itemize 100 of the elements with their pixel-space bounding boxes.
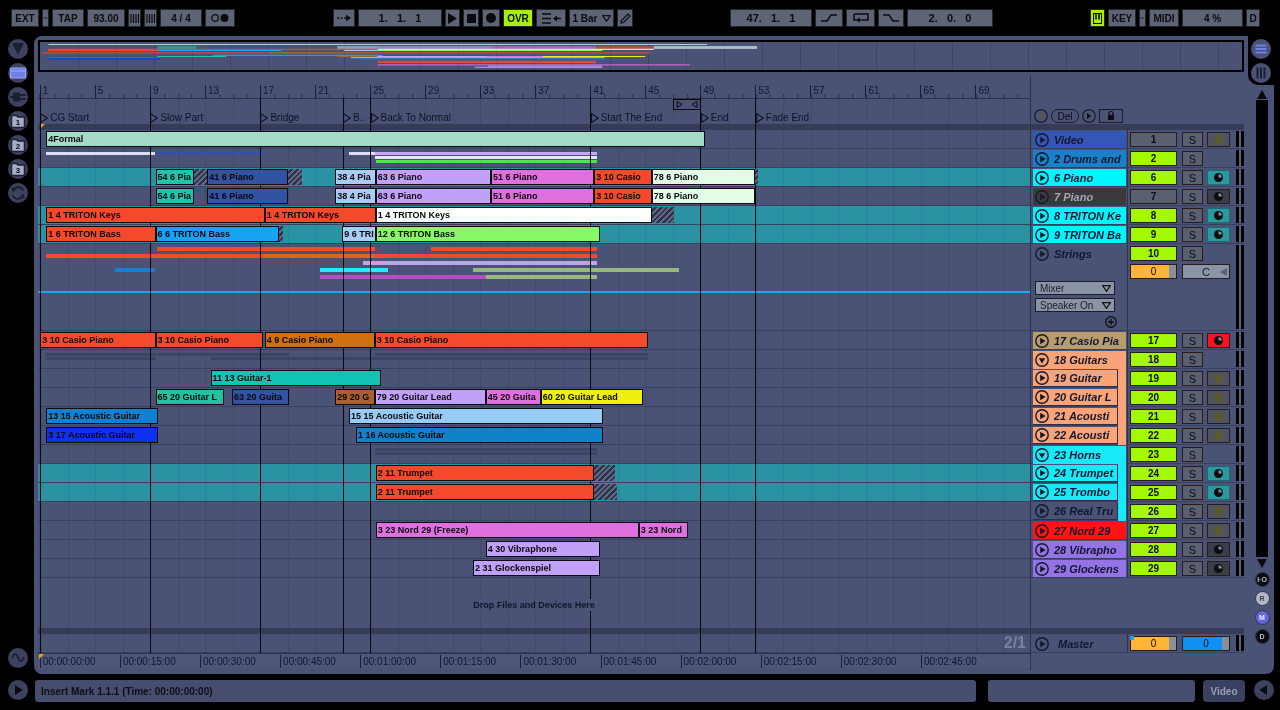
clip[interactable]: 13 15 Acoustic Guitar (46, 408, 159, 424)
clip[interactable]: 4 30 Vibraphone (485, 541, 601, 557)
solo-button[interactable]: S (1182, 485, 1203, 500)
clip[interactable]: 3 10 Casio Piano (40, 332, 156, 348)
solo-button[interactable]: S (1182, 246, 1203, 261)
tempo-nudge-button[interactable] (128, 9, 141, 27)
punch-out-button[interactable] (878, 9, 904, 27)
clip[interactable]: 6 6 TRITON Bass (155, 226, 280, 242)
track-activator-button[interactable]: 1 (1130, 132, 1177, 147)
arrow-circle-icon[interactable] (1035, 353, 1049, 367)
locator-icon[interactable] (700, 112, 709, 123)
track-header[interactable]: 19 Guitar (1033, 370, 1118, 387)
arrow-circle-icon[interactable] (1035, 390, 1049, 404)
arm-button[interactable] (1207, 208, 1230, 223)
browser-tab[interactable]: 3 (8, 159, 28, 179)
punch-in-button[interactable] (815, 9, 843, 27)
solo-button[interactable]: S (1182, 333, 1203, 348)
clip[interactable]: 78 6 Piano (651, 169, 755, 185)
clip[interactable]: 1 4 TRITON Keys (264, 207, 376, 223)
track-activator-button[interactable]: 10 (1130, 246, 1177, 261)
solo-button[interactable]: S (1182, 390, 1203, 405)
right-arrow-circle-icon[interactable] (1082, 109, 1096, 123)
loop-button[interactable] (846, 9, 875, 27)
arrow-circle-icon[interactable] (1035, 333, 1049, 348)
track-header[interactable]: 21 Acousti (1033, 408, 1118, 425)
arrow-circle-icon[interactable] (1035, 371, 1049, 385)
routing-dropdown[interactable]: Speaker On (1035, 298, 1115, 312)
left-arrow-circle-icon[interactable] (1034, 109, 1048, 123)
solo-button[interactable]: S (1182, 227, 1203, 242)
track-activator-button[interactable]: 24 (1130, 466, 1177, 481)
arrow-circle-icon[interactable] (1035, 466, 1049, 480)
tap-button[interactable]: TAP (52, 9, 84, 27)
time-signature-field[interactable]: 4 / 4 (160, 9, 202, 27)
locator-icon[interactable] (590, 112, 599, 123)
browser-tab[interactable] (8, 63, 28, 83)
arm-button[interactable] (1207, 466, 1230, 481)
pan-field[interactable]: C (1182, 264, 1230, 279)
locator-icon[interactable] (370, 112, 379, 123)
arrow-circle-icon[interactable] (1035, 208, 1049, 223)
play-button[interactable] (445, 9, 460, 27)
solo-button[interactable]: S (1182, 542, 1203, 557)
clip[interactable]: 63 6 Piano (375, 169, 491, 185)
track-activator-button[interactable]: 18 (1130, 352, 1177, 367)
arm-button[interactable] (1207, 485, 1230, 500)
tempo-nudge-button[interactable] (144, 9, 157, 27)
clip[interactable]: 4 9 Casio Piano (264, 332, 375, 348)
track-header[interactable]: 8 TRITON Ke (1033, 207, 1126, 224)
clip[interactable]: 3 10 Casio (594, 188, 652, 204)
clip[interactable]: 54 6 Pia (155, 169, 195, 185)
track-activator-button[interactable]: 29 (1130, 561, 1177, 576)
solo-button[interactable]: S (1182, 189, 1203, 204)
clip[interactable]: 3 23 Nord (638, 522, 688, 538)
arm-button[interactable] (1207, 333, 1230, 348)
track-activator-button[interactable]: 22 (1130, 428, 1177, 443)
clip[interactable]: 2 11 Trumpet (375, 465, 595, 481)
clip[interactable]: 45 20 Guita (485, 389, 541, 405)
arm-button[interactable] (1207, 227, 1230, 242)
clip[interactable]: 11 13 Guitar-1 (210, 370, 381, 386)
browser-tab[interactable]: 1 (8, 111, 28, 131)
loop-brace[interactable] (673, 99, 702, 110)
stop-button[interactable] (463, 9, 479, 27)
track-header[interactable]: 9 TRITON Ba (1033, 226, 1126, 243)
volume-field[interactable]: 0 (1130, 636, 1177, 651)
track-activator-button[interactable]: 2 (1130, 151, 1177, 166)
clip[interactable]: 65 20 Guitar L (155, 389, 225, 405)
overdub-button[interactable]: OVR (503, 9, 533, 27)
key-map-button[interactable]: KEY (1108, 9, 1136, 27)
clip[interactable]: 3 23 Nord 29 (Freeze) (375, 522, 639, 538)
track-header[interactable]: 27 Nord 29 (1033, 522, 1126, 539)
sync-button[interactable]: EXT (11, 9, 39, 27)
clip[interactable]: 1 6 TRITON Bass (46, 226, 156, 242)
track-activator-button[interactable]: 7 (1130, 189, 1177, 204)
track-activator-button[interactable]: 20 (1130, 390, 1177, 405)
left-triangle-circle-icon[interactable] (1254, 680, 1274, 700)
track-header[interactable]: 24 Trumpet (1033, 465, 1118, 482)
browser-tab[interactable]: 2 (8, 135, 28, 155)
scrollbar[interactable] (1256, 100, 1268, 557)
solo-button[interactable]: S (1182, 371, 1203, 386)
locator-icon[interactable] (260, 112, 269, 123)
clip[interactable]: 12 6 TRITON Bass (375, 226, 601, 242)
loop-start-field[interactable]: 47. 1. 1 (730, 9, 812, 27)
track-activator-button[interactable]: 21 (1130, 409, 1177, 424)
cue-volume-field[interactable]: 0 (1182, 636, 1230, 651)
clip[interactable]: 2 31 Glockenspiel (472, 560, 601, 576)
right-triangle-circle-icon[interactable] (8, 680, 28, 700)
clip[interactable]: 38 4 Pia (335, 169, 376, 185)
arrow-circle-icon[interactable] (1035, 409, 1049, 423)
clip[interactable]: 3 10 Casio (594, 169, 652, 185)
wave-icon[interactable] (8, 648, 28, 668)
solo-button[interactable]: S (1182, 447, 1203, 462)
horizontal-lines-icon[interactable] (1251, 39, 1271, 59)
follow-button[interactable] (333, 9, 355, 27)
clip[interactable]: 4Formal (46, 131, 706, 147)
track-activator-button[interactable]: 28 (1130, 542, 1177, 557)
clip[interactable]: 3 10 Casio Piano (155, 332, 264, 348)
arrow-circle-icon[interactable] (1035, 448, 1049, 462)
overview-drawing[interactable] (38, 40, 1244, 72)
clip[interactable]: 1 16 Acoustic Guitar (355, 427, 603, 443)
scroll-down-icon[interactable] (1257, 559, 1267, 568)
solo-button[interactable]: S (1182, 504, 1203, 519)
